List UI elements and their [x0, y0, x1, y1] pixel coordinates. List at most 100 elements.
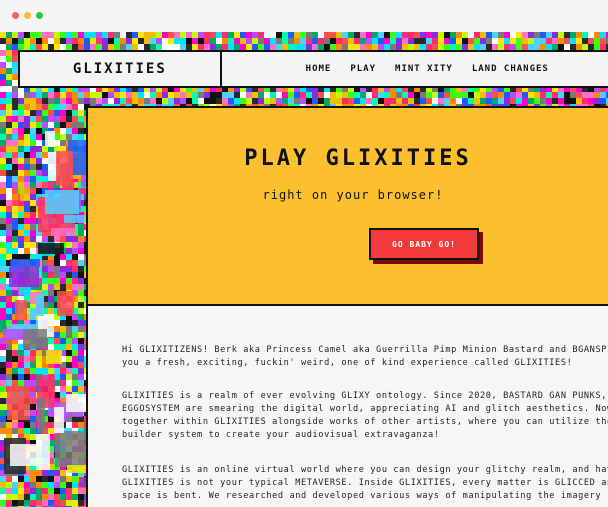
glitch-pixel: [588, 98, 594, 104]
nav-item-home[interactable]: HOME: [306, 64, 332, 74]
glitch-pixel: [12, 158, 18, 164]
glitch-pixel: [510, 98, 516, 104]
glitch-pixel: [6, 500, 12, 507]
glitch-block: [54, 407, 64, 433]
glitch-pixel: [60, 488, 66, 494]
glitch-pixel: [0, 128, 6, 134]
glitch-pixel: [66, 128, 72, 134]
intro-paragraph: GLIXITIES is a realm of ever evolving GL…: [122, 390, 608, 442]
glitch-pixel: [66, 236, 72, 242]
glitch-pixel: [300, 38, 306, 44]
glitch-pixel: [18, 248, 24, 254]
glitch-pixel: [120, 38, 126, 44]
go-baby-go-button[interactable]: GO BABY GO!: [369, 228, 479, 260]
glitch-pixel: [36, 158, 42, 164]
glitch-pixel: [474, 98, 480, 104]
glitch-pixel: [12, 224, 18, 230]
glitch-pixel: [228, 32, 234, 38]
glitch-pixel: [270, 32, 276, 38]
glitch-block: [38, 243, 64, 254]
glitch-pixel: [390, 38, 396, 44]
glitch-block: [48, 152, 57, 181]
glitch-pixel: [0, 140, 6, 146]
glitch-pixel: [60, 236, 66, 242]
glitch-pixel: [384, 32, 390, 38]
nav-item-mint-xity[interactable]: MINT XITY: [395, 64, 453, 74]
site-logo[interactable]: GLIXITIES: [18, 50, 222, 88]
glitch-pixel: [0, 302, 6, 308]
glitch-block: [57, 291, 74, 316]
top-navbar: GLIXITIES HOME PLAY MINT XITY LAND CHANG…: [18, 50, 608, 88]
glitch-pixel: [444, 32, 450, 38]
page-viewport: GLIXITIES HOME PLAY MINT XITY LAND CHANG…: [0, 32, 608, 507]
paragraph-line: you a fresh, exciting, fuckin' weird, on…: [122, 358, 573, 368]
glitch-pixel: [192, 98, 198, 104]
glitch-pixel: [528, 32, 534, 38]
glitch-pixel: [534, 98, 540, 104]
glitch-pixel: [12, 182, 18, 188]
main-nav: HOME PLAY MINT XITY LAND CHANGES: [221, 50, 608, 88]
paragraph-line: Hi GLIXITIZENS! Berk aka Princess Camel …: [122, 345, 608, 355]
glitch-pixel: [42, 278, 48, 284]
browser-chrome: [0, 0, 608, 32]
glitch-pixel: [54, 92, 60, 98]
nav-item-land-changes[interactable]: LAND CHANGES: [472, 64, 549, 74]
paragraph-line: space is bent. We researched and develop…: [122, 491, 602, 501]
glitch-pixel: [48, 38, 54, 44]
glitch-pixel: [276, 92, 282, 98]
glitch-block: [7, 386, 30, 420]
paragraph-line: EGGOSYSTEM are smearing the digital worl…: [122, 404, 608, 414]
glitch-pixel: [60, 260, 66, 266]
glitch-pixel: [30, 374, 36, 380]
glitch-pixel: [66, 344, 72, 350]
glitch-pixel: [78, 368, 84, 374]
glitch-pixel: [156, 92, 162, 98]
glitch-pixel: [486, 92, 492, 98]
glitch-pixel: [36, 38, 42, 44]
glitch-pixel: [264, 98, 270, 104]
glitch-pixel: [24, 110, 30, 116]
glitch-pixel: [270, 92, 276, 98]
glitch-pixel: [48, 116, 54, 122]
paragraph-line: GLIXITIES is an online virtual world whe…: [122, 465, 608, 475]
maximize-window-icon[interactable]: [36, 12, 43, 19]
glitch-pixel: [48, 98, 54, 104]
glitch-pixel: [24, 98, 30, 104]
glitch-pixel: [6, 362, 12, 368]
glitch-pixel: [66, 476, 72, 482]
glitch-pixel: [30, 500, 36, 507]
glitch-pixel: [6, 236, 12, 242]
glitch-pixel: [72, 326, 78, 332]
glitch-pixel: [330, 38, 336, 44]
glitch-pixel: [0, 110, 6, 116]
glitch-block: [15, 300, 27, 320]
glitch-pixel: [48, 92, 54, 98]
hero-subtitle: right on your browser!: [262, 188, 444, 202]
glitch-block: [45, 131, 55, 147]
glitch-pixel: [78, 362, 84, 368]
glitch-block: [20, 188, 30, 201]
glitch-pixel: [6, 74, 12, 80]
glitch-pixel: [60, 38, 66, 44]
glitch-pixel: [306, 32, 312, 38]
glitch-pixel: [6, 56, 12, 62]
glitch-pixel: [6, 218, 12, 224]
paragraph-line: together within GLIXITIES alongside work…: [122, 417, 608, 427]
glitch-pixel: [54, 236, 60, 242]
glitch-pixel: [6, 62, 12, 68]
nav-item-play[interactable]: PLAY: [350, 64, 376, 74]
glitch-block: [36, 434, 50, 470]
glitch-pixel: [18, 368, 24, 374]
minimize-window-icon[interactable]: [24, 12, 31, 19]
glitch-pixel: [36, 134, 42, 140]
close-window-icon[interactable]: [12, 12, 19, 19]
glitch-pixel: [0, 44, 6, 50]
glitch-pixel: [12, 344, 18, 350]
glitch-block: [51, 228, 75, 236]
glitch-pixel: [108, 38, 114, 44]
glitch-block: [46, 350, 62, 364]
glitch-pixel: [132, 38, 138, 44]
glitch-pixel: [570, 98, 576, 104]
glitch-pixel: [0, 212, 6, 218]
glitch-pixel: [78, 266, 84, 272]
